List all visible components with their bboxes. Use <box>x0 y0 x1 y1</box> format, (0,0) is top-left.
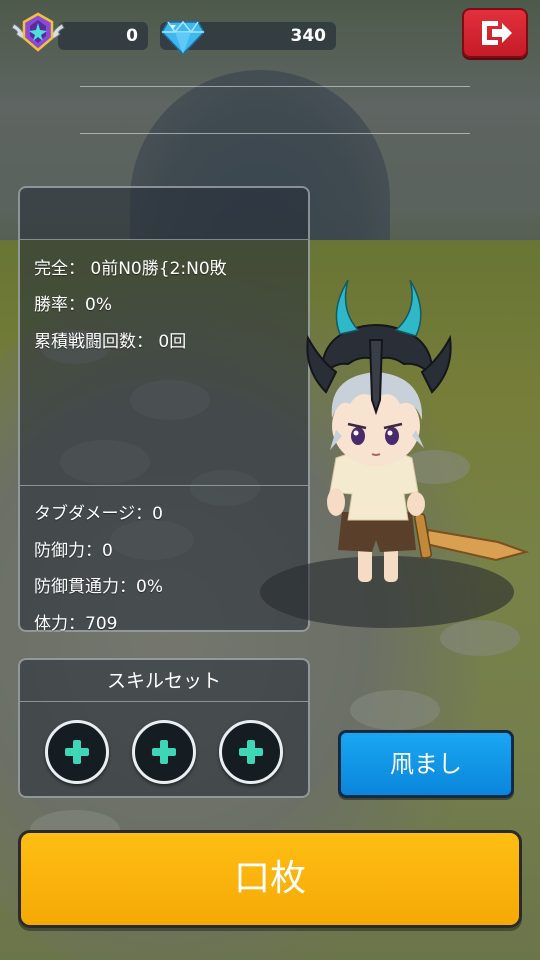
plus-icon <box>65 740 89 764</box>
stat-defense-penetration: 防御貫通力：0% <box>34 577 163 597</box>
stat-tap-damage: タブダメージ：0 <box>34 504 163 524</box>
plus-icon <box>152 740 176 764</box>
skill-set-panel: スキルセット <box>18 658 310 798</box>
stat-defense: 防御力：0 <box>34 541 113 561</box>
top-divider-line <box>80 86 470 87</box>
top-divider-line <box>80 133 470 134</box>
plus-icon <box>239 740 263 764</box>
exit-icon <box>482 21 512 45</box>
stat-record: 完全： 0前N0勝{2:N0敗 <box>34 259 227 279</box>
blue-action-button[interactable]: 凧まし <box>338 730 514 798</box>
exit-button[interactable] <box>462 8 528 58</box>
winged-rank-badge-icon <box>10 10 66 56</box>
stat-win-rate: 勝率：0% <box>34 295 112 315</box>
skill-slot-1[interactable] <box>45 720 109 784</box>
trophy-counter: 0 <box>58 22 148 50</box>
skill-set-title: スキルセット <box>20 660 308 702</box>
stat-total-battles: 累積戦闘回数： 0回 <box>34 332 187 352</box>
stat-hp: 体力：709 <box>34 614 118 634</box>
skill-slot-3[interactable] <box>219 720 283 784</box>
stats-panel: 完全： 0前N0勝{2:N0敗 勝率：0% 累積戦闘回数： 0回 タブダメージ：… <box>18 186 310 634</box>
diamond-icon <box>160 16 206 56</box>
main-action-button[interactable]: 口枚 <box>18 830 522 928</box>
stats-panel-header <box>20 188 308 240</box>
skill-slot-2[interactable] <box>132 720 196 784</box>
stats-divider <box>20 485 308 486</box>
hero-character <box>300 279 530 610</box>
